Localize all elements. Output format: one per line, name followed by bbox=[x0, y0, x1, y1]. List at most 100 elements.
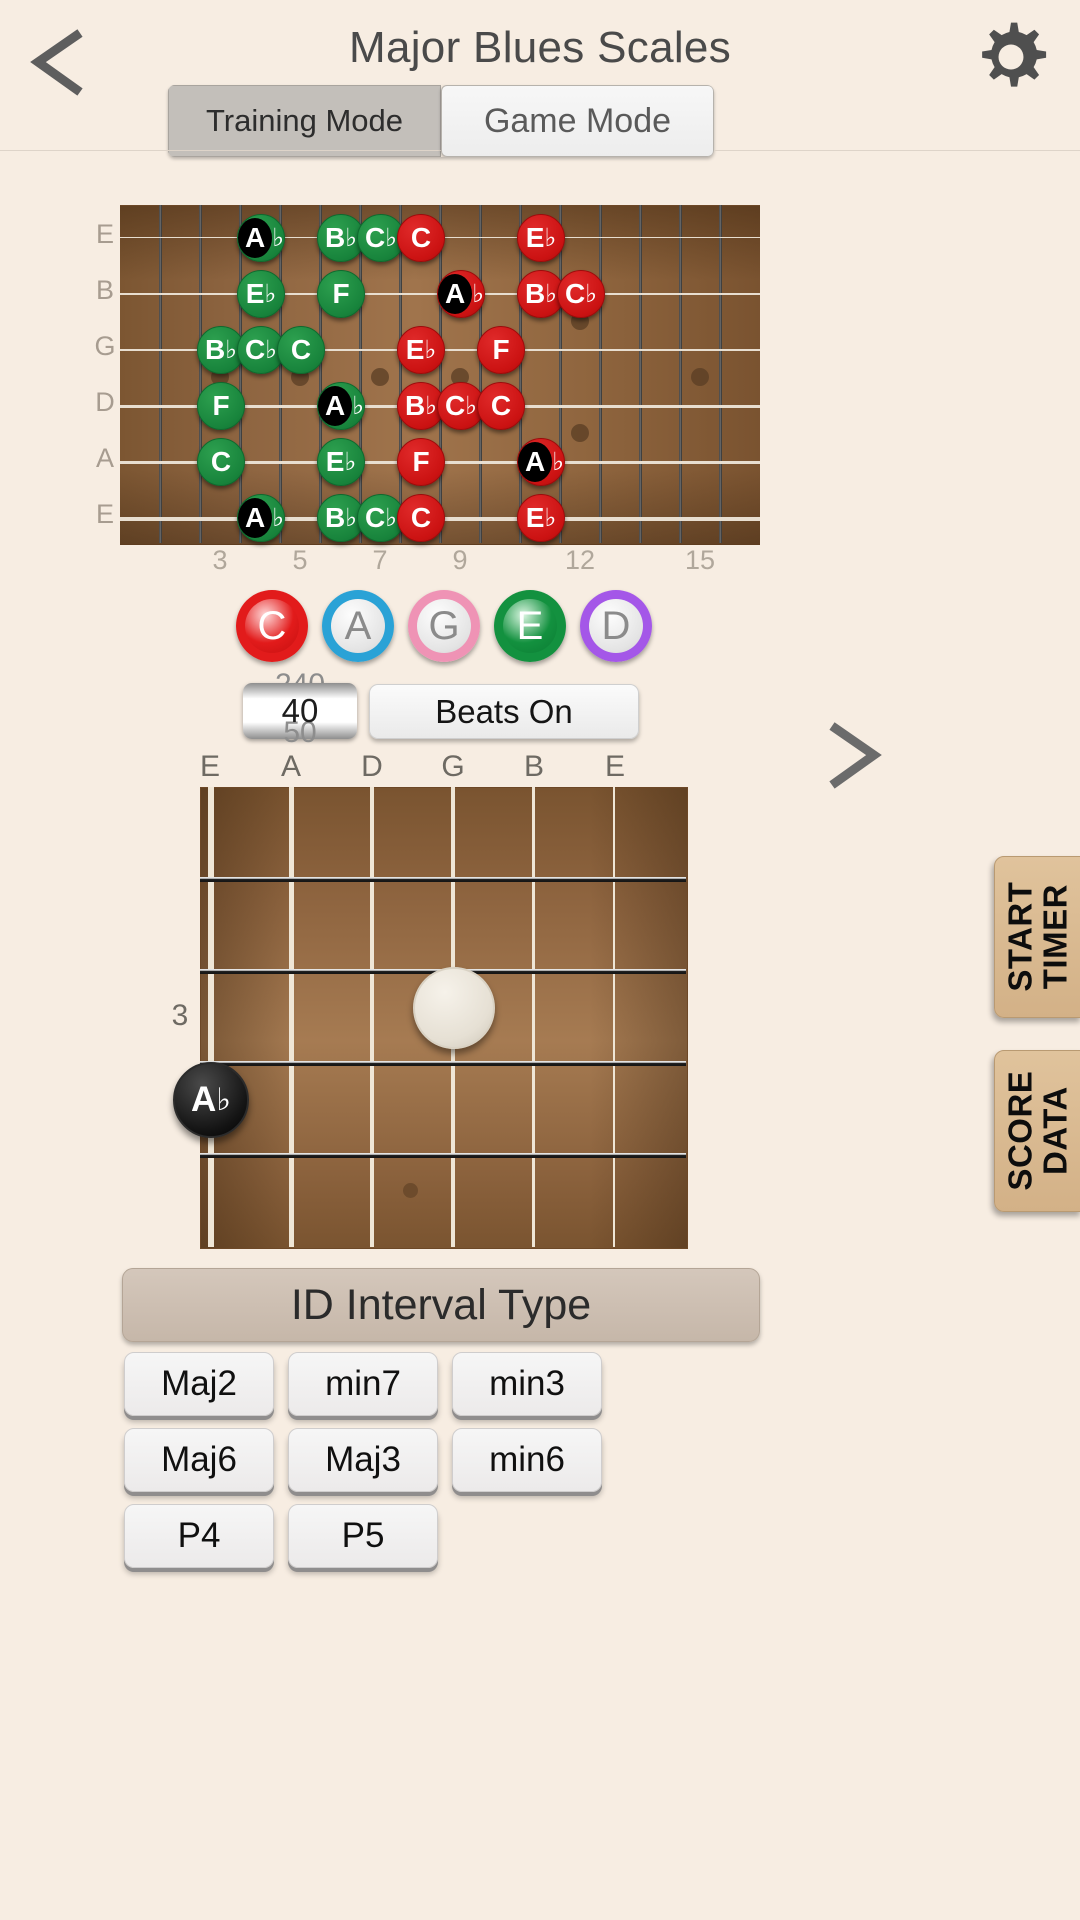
caged-shape-e[interactable]: E bbox=[494, 590, 566, 662]
note-label: C bbox=[410, 502, 432, 533]
caged-shape-g[interactable]: G bbox=[408, 590, 480, 662]
string-label: D bbox=[361, 750, 383, 783]
fretboard-note[interactable]: F bbox=[197, 382, 245, 430]
note-label: C bbox=[244, 334, 266, 365]
fret-inlay bbox=[371, 368, 389, 386]
caged-shape-a[interactable]: A bbox=[322, 590, 394, 662]
note-accidental: ♭ bbox=[425, 391, 438, 420]
fretboard-note[interactable]: E ♭ bbox=[517, 214, 565, 262]
fret-number: 5 bbox=[292, 545, 308, 575]
note-label: B bbox=[204, 334, 226, 365]
answer-button[interactable]: P5 bbox=[288, 1504, 438, 1568]
tab-training-mode[interactable]: Training Mode bbox=[168, 85, 441, 157]
fretboard-note[interactable]: E ♭ bbox=[237, 270, 285, 318]
fretboard-note[interactable]: C bbox=[277, 326, 325, 374]
note-label: A bbox=[518, 442, 553, 482]
fretboard-horizontal[interactable]: E B G D A E A ♭ B ♭ C ♭ C E ♭ E ♭ F A ♭ B ♭ C ♭ B ♭ C ♭ C E ♭ F F A ♭ B ♭ C ♭ C… bbox=[94, 205, 760, 545]
note-label: C bbox=[364, 222, 386, 253]
answer-button[interactable]: min6 bbox=[452, 1428, 602, 1492]
fret-wire bbox=[318, 205, 322, 543]
fretboard-note[interactable]: E ♭ bbox=[517, 494, 565, 542]
answer-button[interactable]: min3 bbox=[452, 1352, 602, 1416]
note-label: F bbox=[212, 390, 230, 421]
answer-button[interactable]: P4 bbox=[124, 1504, 274, 1568]
fret-inlay bbox=[691, 368, 709, 386]
answer-note-marker[interactable]: A ♭ bbox=[173, 1061, 249, 1138]
page-title: Major Blues Scales bbox=[349, 23, 731, 72]
fretboard-note[interactable]: A ♭ bbox=[437, 270, 485, 318]
score-data-line2: DATA bbox=[1036, 1086, 1074, 1176]
fretboard-note[interactable]: C bbox=[477, 382, 525, 430]
answer-options[interactable]: Maj2 min7 min3 Maj6 Maj3 min6 P4 P5 bbox=[124, 1352, 760, 1568]
start-timer-line2: TIMER bbox=[1036, 884, 1074, 990]
blank-note-marker[interactable] bbox=[413, 966, 495, 1049]
caged-shape-label: A bbox=[331, 599, 385, 653]
answer-button[interactable]: min7 bbox=[288, 1352, 438, 1416]
note-accidental: ♭ bbox=[472, 279, 484, 308]
fret-wire bbox=[278, 205, 282, 543]
note-accidental: ♭ bbox=[385, 223, 398, 252]
fret-wire bbox=[398, 205, 402, 543]
note-accidental: ♭ bbox=[345, 503, 358, 532]
note-label: A bbox=[191, 1079, 217, 1119]
fretboard-note[interactable]: F bbox=[397, 438, 445, 486]
fretboard-note[interactable]: F bbox=[477, 326, 525, 374]
back-chevron-icon[interactable] bbox=[22, 25, 92, 100]
caged-shape-d[interactable]: D bbox=[580, 590, 652, 662]
fret-number: 9 bbox=[452, 545, 468, 575]
fretboard-note[interactable]: E ♭ bbox=[397, 326, 445, 374]
note-label: E bbox=[525, 222, 545, 253]
tab-game-mode[interactable]: Game Mode bbox=[441, 85, 714, 157]
note-accidental: ♭ bbox=[544, 503, 557, 532]
fret-wire bbox=[200, 877, 686, 882]
note-accidental: ♭ bbox=[585, 279, 598, 308]
guitar-string bbox=[532, 787, 535, 1247]
score-data-button[interactable]: SCORE DATA bbox=[994, 1050, 1080, 1212]
fret-inlay bbox=[402, 1182, 418, 1198]
string-label: E bbox=[199, 750, 220, 783]
fretboard-note[interactable]: C bbox=[397, 214, 445, 262]
note-accidental: ♭ bbox=[264, 279, 277, 308]
answer-button[interactable]: Maj3 bbox=[288, 1428, 438, 1492]
guitar-string bbox=[208, 787, 214, 1247]
fret-inlay bbox=[571, 424, 589, 442]
fret-wire bbox=[238, 205, 242, 543]
note-label: B bbox=[524, 278, 546, 309]
forward-chevron-icon[interactable] bbox=[822, 718, 884, 793]
note-accidental: ♭ bbox=[272, 503, 284, 532]
fretboard-note[interactable]: A ♭ bbox=[317, 382, 365, 430]
note-accidental: ♭ bbox=[216, 1081, 231, 1117]
note-label: E bbox=[325, 446, 345, 477]
string-label: B bbox=[523, 750, 544, 783]
note-label: F bbox=[492, 334, 510, 365]
fretboard-note[interactable]: A ♭ bbox=[237, 214, 285, 262]
guitar-string bbox=[289, 787, 295, 1247]
fretboard-note[interactable]: F bbox=[317, 270, 365, 318]
note-label: F bbox=[332, 278, 350, 309]
start-timer-button[interactable]: START TIMER bbox=[994, 856, 1080, 1018]
question-banner: ID Interval Type bbox=[122, 1268, 760, 1342]
fretboard-note[interactable]: A ♭ bbox=[517, 438, 565, 486]
note-label: C bbox=[564, 278, 586, 309]
caged-shape-c[interactable]: C bbox=[236, 590, 308, 662]
beats-toggle-button[interactable]: Beats On bbox=[369, 684, 639, 739]
answer-button[interactable]: Maj2 bbox=[124, 1352, 274, 1416]
caged-shape-label: G bbox=[417, 599, 471, 653]
gear-icon[interactable] bbox=[972, 18, 1050, 96]
fretboard-note[interactable]: A ♭ bbox=[237, 494, 285, 542]
fretboard-note[interactable]: C bbox=[397, 494, 445, 542]
fret-wire bbox=[358, 205, 362, 543]
caged-shape-label: D bbox=[589, 599, 643, 653]
fretboard-note[interactable]: E ♭ bbox=[317, 438, 365, 486]
string-label: G bbox=[94, 331, 116, 361]
answer-button[interactable]: Maj6 bbox=[124, 1428, 274, 1492]
note-accidental: ♭ bbox=[265, 335, 278, 364]
caged-shape-selector[interactable]: CAGED bbox=[236, 590, 846, 662]
string-label: A bbox=[280, 750, 301, 783]
fret-number: 15 bbox=[684, 545, 716, 575]
mode-switch[interactable]: Training Mode Game Mode bbox=[168, 85, 714, 157]
fretboard-note[interactable]: C ♭ bbox=[557, 270, 605, 318]
fretboard-note[interactable]: C bbox=[197, 438, 245, 486]
note-label: C bbox=[490, 390, 512, 421]
note-label: B bbox=[324, 502, 346, 533]
